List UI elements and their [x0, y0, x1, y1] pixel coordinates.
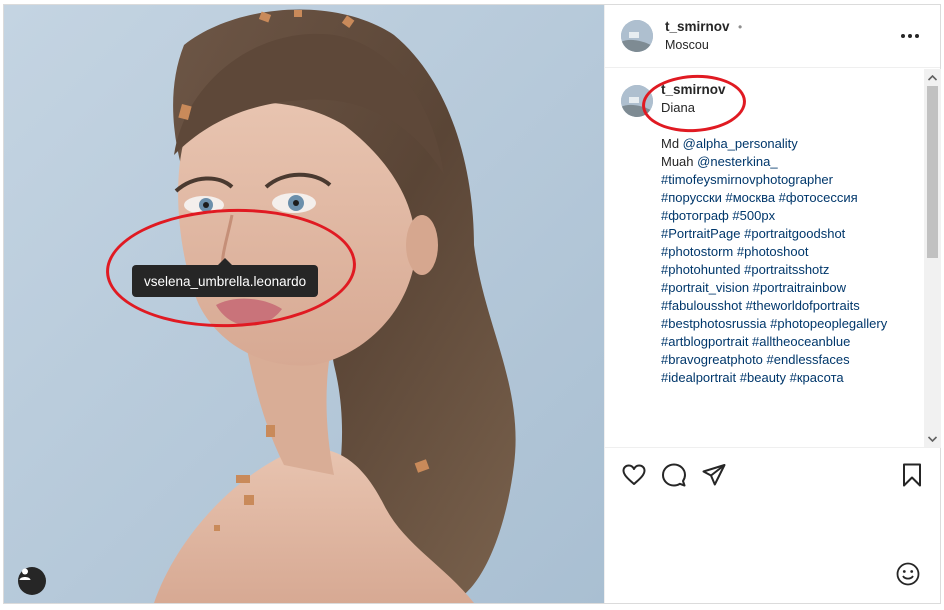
caption-line: #photostorm #photoshoot — [661, 243, 908, 261]
emoji-button[interactable] — [895, 561, 921, 587]
caption-line: #bestphotosrussia #photopeoplegallery — [661, 315, 908, 333]
avatar-image — [621, 20, 653, 52]
caption-line: #фотограф #500px — [661, 207, 908, 225]
hashtag-link[interactable]: #idealportrait #beauty #красота — [661, 370, 844, 385]
user-tag-button[interactable] — [18, 567, 46, 595]
heart-icon — [622, 464, 646, 485]
hashtag-link[interactable]: #фотограф #500px — [661, 208, 775, 223]
comment-username[interactable]: t_smirnov — [661, 81, 726, 99]
add-comment-bar — [605, 557, 941, 603]
hashtag-link[interactable]: #bestphotosrussia #photopeoplegallery — [661, 316, 887, 331]
paper-plane-icon — [702, 464, 726, 486]
post-dialog: vselena_umbrella.leonardo t_smirnov • Mo… — [3, 4, 941, 604]
caption-line: #PortraitPage #portraitgoodshot — [661, 225, 908, 243]
scroll-thumb[interactable] — [927, 86, 938, 258]
post-location[interactable]: Moscou — [665, 36, 742, 54]
caption-line: #artblogportrait #alltheoceanblue — [661, 333, 908, 351]
comment-button[interactable] — [661, 462, 687, 488]
comment-icon — [662, 463, 686, 487]
mention-link[interactable]: @nesterkina_ — [697, 154, 777, 169]
more-horizontal-icon — [901, 34, 919, 38]
more-options-button[interactable] — [900, 27, 920, 45]
hashtag-link[interactable]: #artblogportrait #alltheoceanblue — [661, 334, 850, 349]
tag-username[interactable]: vselena_umbrella.leonardo — [144, 274, 306, 289]
comment-name-line: Diana — [661, 100, 695, 115]
avatar-image — [621, 85, 653, 117]
caption-text: Md @alpha_personality Muah @nesterkina_ #t… — [661, 135, 908, 387]
chevron-down-icon — [928, 435, 937, 442]
chevron-up-icon — [928, 74, 937, 81]
caption-line: #fabulousshot #theworldofportraits — [661, 297, 908, 315]
caption-comment: t_smirnov Diana — [621, 81, 908, 117]
caption-line: #timofeysmirnovphotographer — [661, 171, 908, 189]
caption-line: #порусски #москва #фотосессия — [661, 189, 908, 207]
caption-prefix: Md — [661, 136, 683, 151]
save-button[interactable] — [899, 462, 925, 488]
hashtag-link[interactable]: #порусски #москва #фотосессия — [661, 190, 858, 205]
mention-link[interactable]: @alpha_personality — [683, 136, 798, 151]
scroll-up-button[interactable] — [924, 69, 941, 86]
hashtag-link[interactable]: #portrait_vision #portraitrainbow — [661, 280, 846, 295]
caption-line: Md @alpha_personality — [661, 135, 908, 153]
post-side-panel: t_smirnov • Moscou t_smirnov Diana Md @a… — [604, 5, 941, 603]
caption-line: #idealportrait #beauty #красота — [661, 369, 908, 387]
hashtag-link[interactable]: #PortraitPage #portraitgoodshot — [661, 226, 845, 241]
bookmark-icon — [903, 463, 921, 487]
caption-line: #portrait_vision #portraitrainbow — [661, 279, 908, 297]
header-separator: • — [737, 20, 743, 34]
photo-user-tag-tooltip[interactable]: vselena_umbrella.leonardo — [132, 258, 319, 297]
avatar[interactable] — [621, 20, 653, 52]
hashtag-link[interactable]: #fabulousshot #theworldofportraits — [661, 298, 860, 313]
hashtag-link[interactable]: #photostorm #photoshoot — [661, 244, 808, 259]
emoji-icon — [896, 562, 920, 586]
hashtag-link[interactable]: #bravogreatphoto #endlessfaces — [661, 352, 850, 367]
comments-area[interactable]: t_smirnov Diana Md @alpha_personality Mua… — [605, 69, 924, 447]
hashtag-link[interactable]: #timofeysmirnovphotographer — [661, 172, 833, 187]
like-button[interactable] — [621, 462, 647, 488]
caption-prefix: Muah — [661, 154, 698, 169]
post-author-username[interactable]: t_smirnov — [665, 19, 730, 34]
hashtag-link[interactable]: #photohunted #portraitsshotz — [661, 262, 829, 277]
caption-line: #bravogreatphoto #endlessfaces — [661, 351, 908, 369]
caption-line: #photohunted #portraitsshotz — [661, 261, 908, 279]
portrait-image — [4, 5, 604, 603]
post-header: t_smirnov • Moscou — [605, 5, 940, 68]
avatar[interactable] — [621, 85, 653, 117]
share-button[interactable] — [701, 462, 727, 488]
action-bar — [605, 447, 941, 503]
scroll-down-button[interactable] — [924, 430, 941, 447]
caption-line: Muah @nesterkina_ — [661, 153, 908, 171]
user-tag-icon — [19, 568, 31, 580]
post-photo[interactable]: vselena_umbrella.leonardo — [4, 5, 604, 603]
comments-scrollbar[interactable] — [924, 69, 941, 447]
